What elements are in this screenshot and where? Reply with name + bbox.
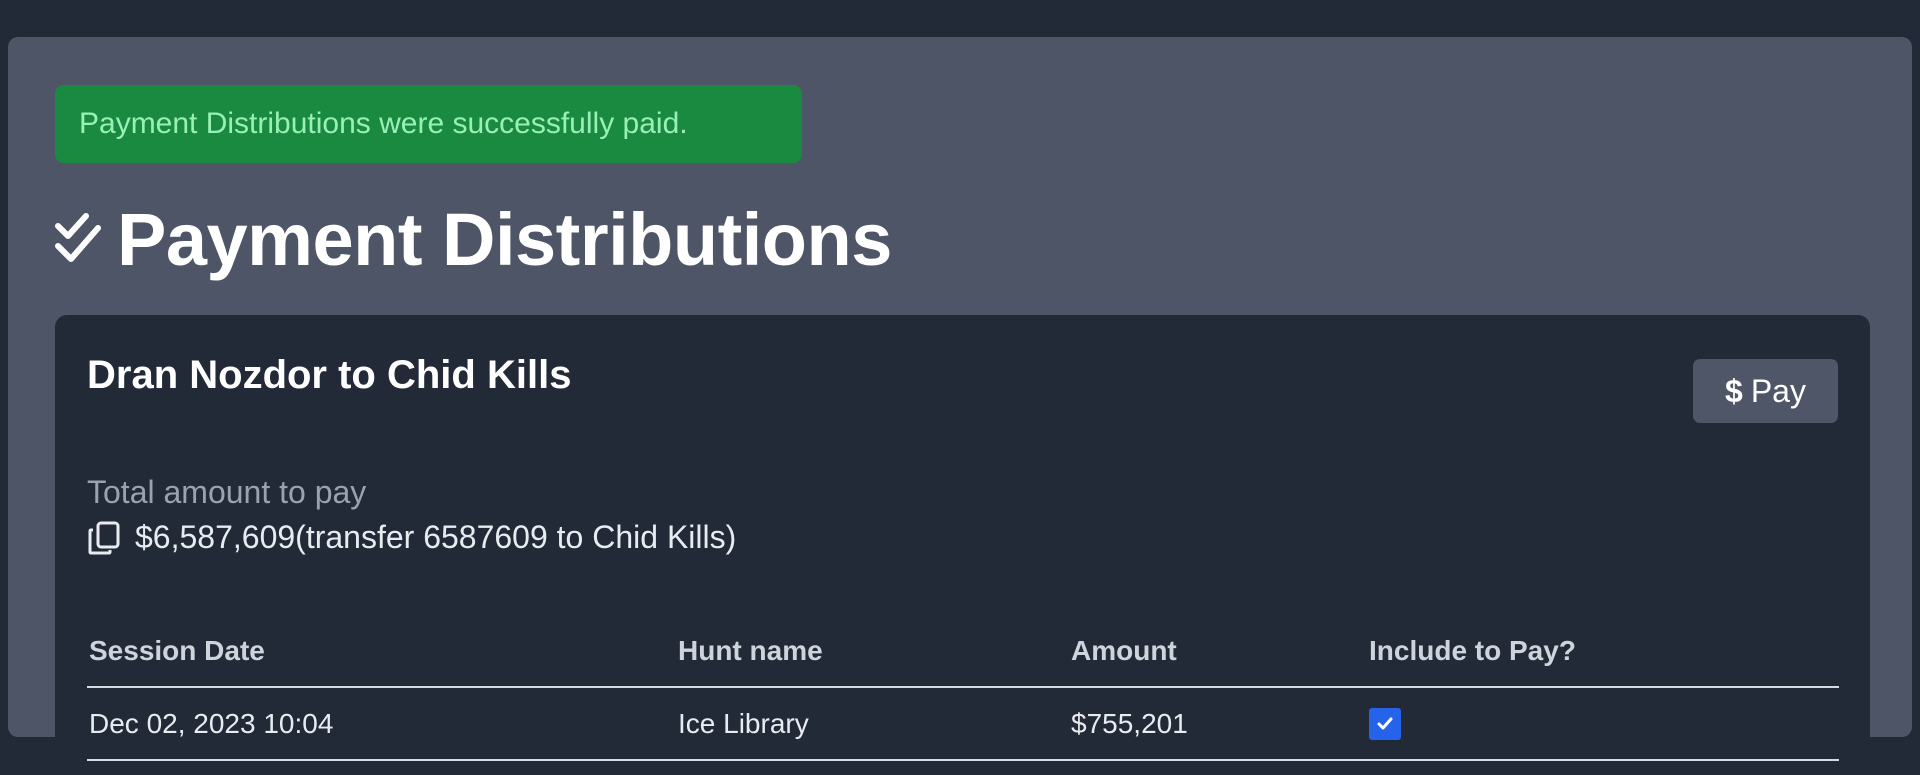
hunt-name-cell: Ice Library (678, 707, 809, 739)
session-date-cell: Dec 02, 2023 10:04 (89, 707, 334, 739)
total-amount-row: $6,587,609 (transfer 6587609 to Chid Kill… (87, 519, 736, 556)
header-session-date: Session Date (89, 634, 265, 666)
page-title: Payment Distributions (117, 198, 892, 281)
double-check-icon (55, 212, 105, 268)
copy-icon[interactable] (87, 521, 121, 555)
total-label: Total amount to pay (87, 474, 367, 510)
amount-cell: $755,201 (1071, 707, 1188, 739)
success-alert-message: Payment Distributions were successfully … (79, 107, 688, 140)
checkmark-icon (1377, 717, 1393, 729)
include-to-pay-cell (1367, 707, 1839, 740)
page-panel: Payment Distributions were successfully … (8, 37, 1912, 775)
table-header-row: Session Date Hunt name Amount Include to… (87, 615, 1839, 688)
pay-button[interactable]: $ Pay (1693, 359, 1838, 423)
distribution-title: Dran Nozdor to Chid Kills (87, 353, 572, 397)
include-to-pay-checkbox[interactable] (1369, 707, 1401, 740)
header-hunt-name: Hunt name (678, 634, 823, 666)
table-row: Dec 02, 2023 10:04 Ice Library $755,201 (87, 688, 1839, 761)
distribution-card: Dran Nozdor to Chid Kills $ Pay Total am… (55, 315, 1870, 775)
header-include-to-pay: Include to Pay? (1369, 634, 1576, 666)
sessions-table: Session Date Hunt name Amount Include to… (87, 615, 1839, 761)
transfer-text: (transfer 6587609 to Chid Kills) (295, 519, 737, 555)
page-header: Payment Distributions (55, 200, 892, 280)
dollar-icon: $ (1725, 372, 1743, 409)
total-amount: $6,587,609 (135, 519, 296, 555)
pay-button-label: Pay (1750, 372, 1806, 409)
success-alert: Payment Distributions were successfully … (55, 85, 802, 163)
header-amount: Amount (1071, 634, 1177, 666)
